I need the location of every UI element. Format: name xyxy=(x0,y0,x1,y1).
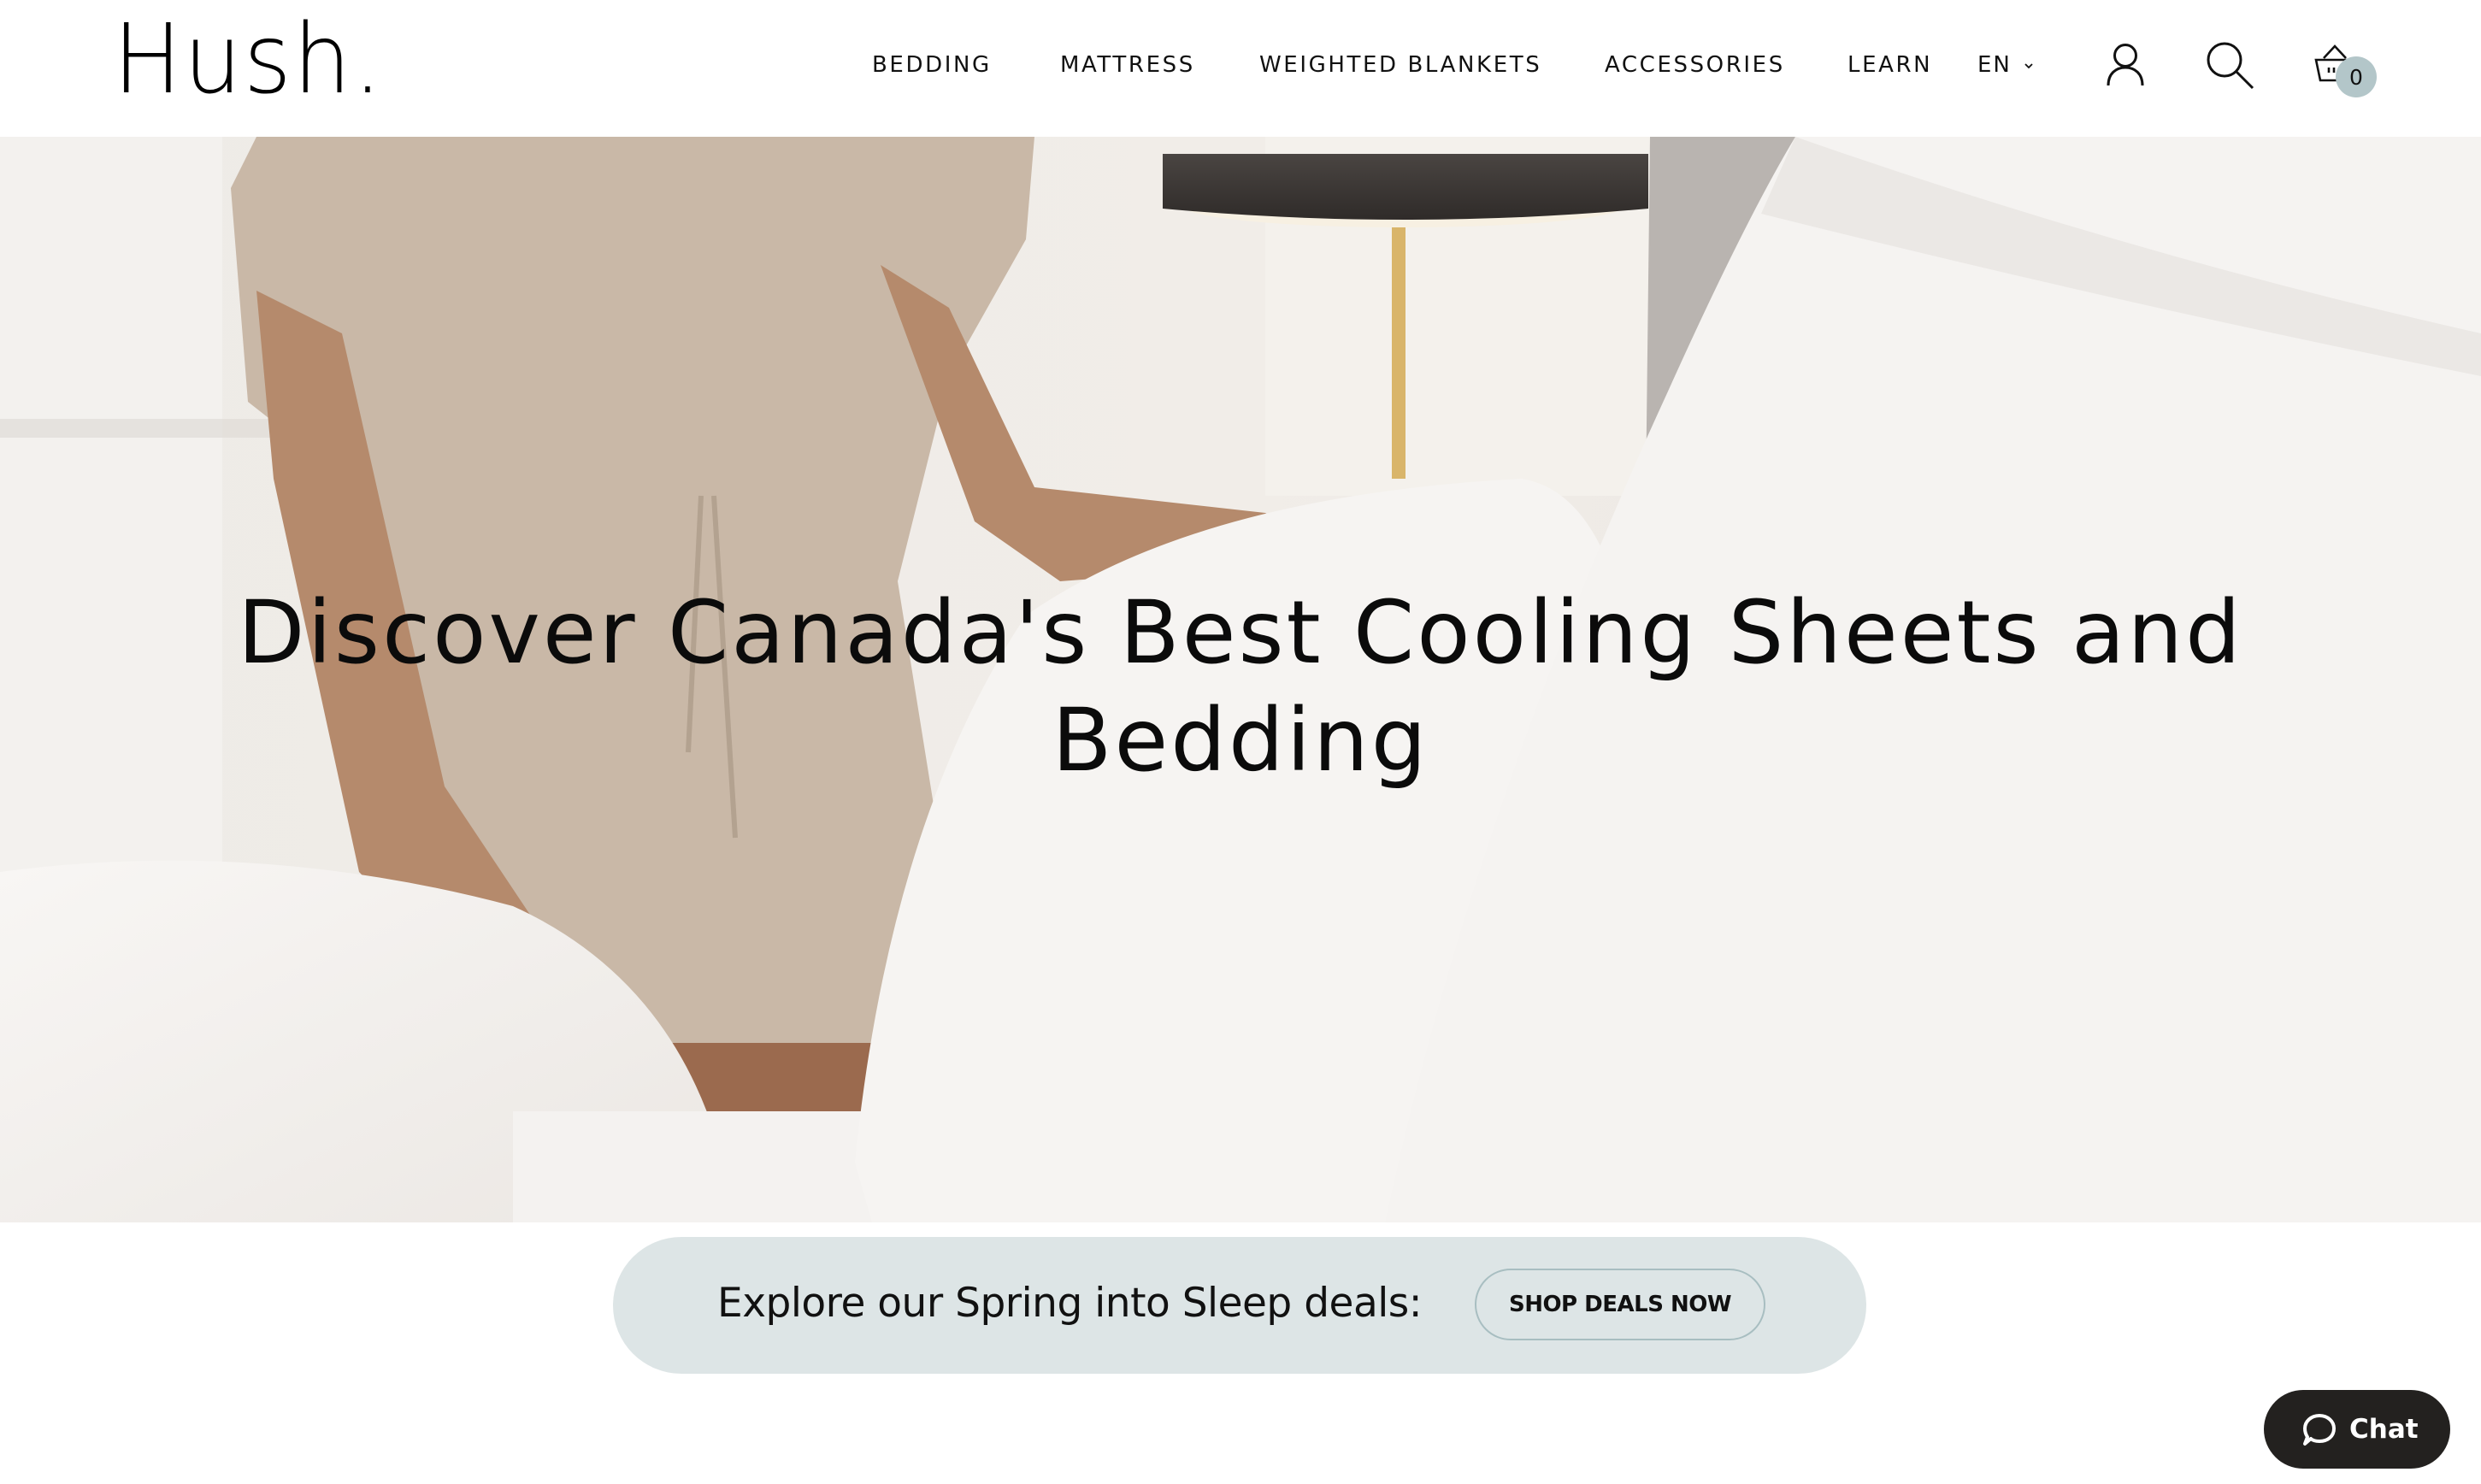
nav-item-mattress[interactable]: MATTRESS xyxy=(1060,50,1195,80)
promo-banner: Explore our Spring into Sleep deals: SHO… xyxy=(613,1237,1866,1374)
user-icon xyxy=(2107,44,2144,86)
cart-count-badge: 0 xyxy=(2336,56,2377,97)
account-button[interactable] xyxy=(2105,43,2146,87)
hero-title: Discover Canada's Best Cooling Sheets an… xyxy=(0,580,2481,795)
chat-bubble-icon xyxy=(2303,1414,2336,1446)
chevron-down-icon xyxy=(2024,62,2033,68)
search-icon xyxy=(2207,42,2254,90)
hero-title-line-2: Bedding xyxy=(1052,690,1429,792)
search-button[interactable] xyxy=(2206,41,2255,91)
shop-deals-button[interactable]: SHOP DEALS NOW xyxy=(1475,1269,1765,1340)
hero-banner: Discover Canada's Best Cooling Sheets an… xyxy=(0,137,2481,1222)
nav-item-accessories[interactable]: ACCESSORIES xyxy=(1605,50,1785,80)
chat-label: Chat xyxy=(2349,1414,2419,1445)
chat-button[interactable]: Chat xyxy=(2264,1390,2450,1469)
language-selector[interactable]: EN xyxy=(1977,50,2036,80)
hero-title-line-1: Discover Canada's Best Cooling Sheets an… xyxy=(238,582,2243,685)
promo-text: Explore our Spring into Sleep deals: xyxy=(717,1280,1423,1327)
nav-item-weighted-blankets[interactable]: WEIGHTED BLANKETS xyxy=(1259,50,1541,80)
site-header: Hush. BEDDING MATTRESS WEIGHTED BLANKETS… xyxy=(0,0,2481,137)
nav-item-learn[interactable]: LEARN xyxy=(1847,50,1932,80)
nav-item-bedding[interactable]: BEDDING xyxy=(872,50,992,80)
logo[interactable]: Hush. xyxy=(113,12,384,108)
language-label: EN xyxy=(1977,52,2012,78)
